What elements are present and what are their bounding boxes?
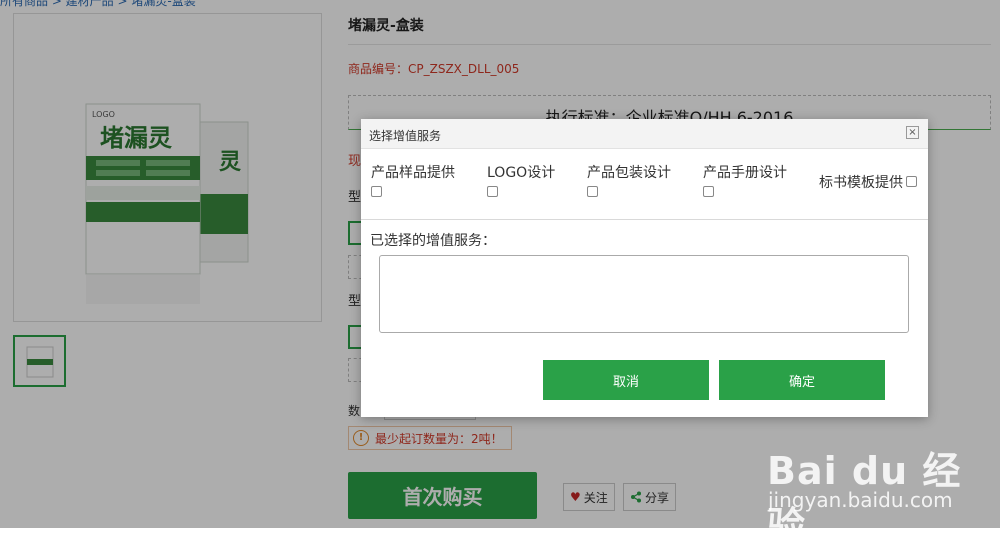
dialog-divider xyxy=(361,219,928,220)
service-checkbox-packaging[interactable] xyxy=(587,186,598,197)
service-label-logo: LOGO设计 xyxy=(487,165,556,181)
service-checkbox-manual[interactable] xyxy=(703,186,714,197)
service-label-sample: 产品样品提供 xyxy=(371,165,455,181)
service-label-bid-template: 标书模板提供 xyxy=(819,175,903,191)
watermark-url: jingyan.baidu.com xyxy=(768,488,953,512)
service-checkbox-sample[interactable] xyxy=(371,186,382,197)
selected-services-label: 已选择的增值服务： xyxy=(370,233,496,249)
service-label-packaging: 产品包装设计 xyxy=(587,165,671,181)
selected-services-field[interactable] xyxy=(379,255,909,333)
value-added-service-dialog: 选择增值服务 × 产品样品提供 LOGO设计 产品包装设计 产品手册设计 标书模… xyxy=(361,119,928,417)
service-label-manual: 产品手册设计 xyxy=(703,165,787,181)
close-icon[interactable]: × xyxy=(906,126,919,139)
cancel-button[interactable]: 取消 xyxy=(543,360,709,400)
dialog-title: 选择增值服务 xyxy=(369,129,442,143)
dialog-header: 选择增值服务 × xyxy=(361,119,928,149)
service-checkbox-logo[interactable] xyxy=(487,186,498,197)
service-checkbox-bid-template[interactable] xyxy=(906,176,917,187)
confirm-button[interactable]: 确定 xyxy=(719,360,885,400)
